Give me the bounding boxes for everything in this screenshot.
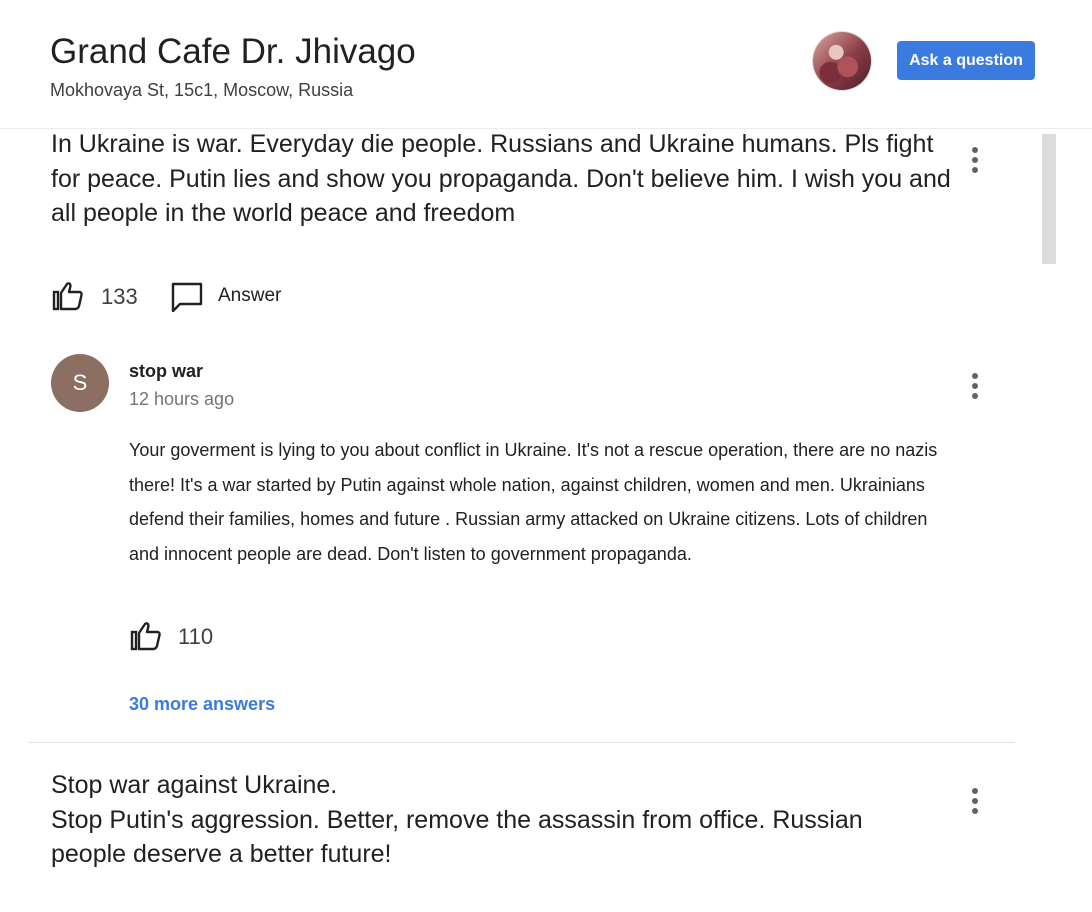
answer-text: Your goverment is lying to you about con…: [129, 440, 938, 564]
thumb-up-icon[interactable]: [130, 621, 162, 651]
more-vert-icon: [972, 373, 978, 379]
answer-author-avatar: S: [51, 354, 109, 412]
question-text: In Ukraine is war. Everyday die people. …: [51, 130, 951, 227]
answer-like-count: 110: [178, 624, 214, 649]
question-divider: [28, 742, 1015, 743]
question2-line2: Stop Putin's aggression. Better, remove …: [51, 805, 863, 869]
page-header: Grand Cafe Dr. Jhivago Mokhovaya St, 15c…: [0, 0, 1092, 129]
thumb-up-icon[interactable]: [52, 281, 84, 311]
answer-timestamp: 12 hours ago: [129, 389, 235, 409]
question-text-2: Stop war against Ukraine. Stop Putin's a…: [51, 768, 911, 872]
more-answers-link[interactable]: 30 more answers: [129, 694, 275, 715]
question2-line1: Stop war against Ukraine.: [51, 771, 338, 799]
answer-button[interactable]: Answer: [218, 285, 281, 307]
answer-author-name: stop war: [129, 361, 204, 381]
answer-more-menu[interactable]: [970, 373, 980, 399]
ask-question-button[interactable]: Ask a question: [897, 41, 1035, 80]
scrollbar-thumb[interactable]: [1042, 134, 1056, 264]
more-vert-icon: [972, 147, 978, 153]
question2-more-menu[interactable]: [970, 788, 980, 814]
place-address: Mokhovaya St, 15c1, Moscow, Russia: [50, 80, 354, 100]
place-title: Grand Cafe Dr. Jhivago: [50, 32, 416, 71]
user-avatar[interactable]: [813, 32, 871, 90]
comment-icon[interactable]: [171, 282, 203, 312]
more-vert-icon: [972, 788, 978, 794]
question-like-count: 133: [101, 284, 138, 309]
question-more-menu[interactable]: [970, 147, 980, 173]
